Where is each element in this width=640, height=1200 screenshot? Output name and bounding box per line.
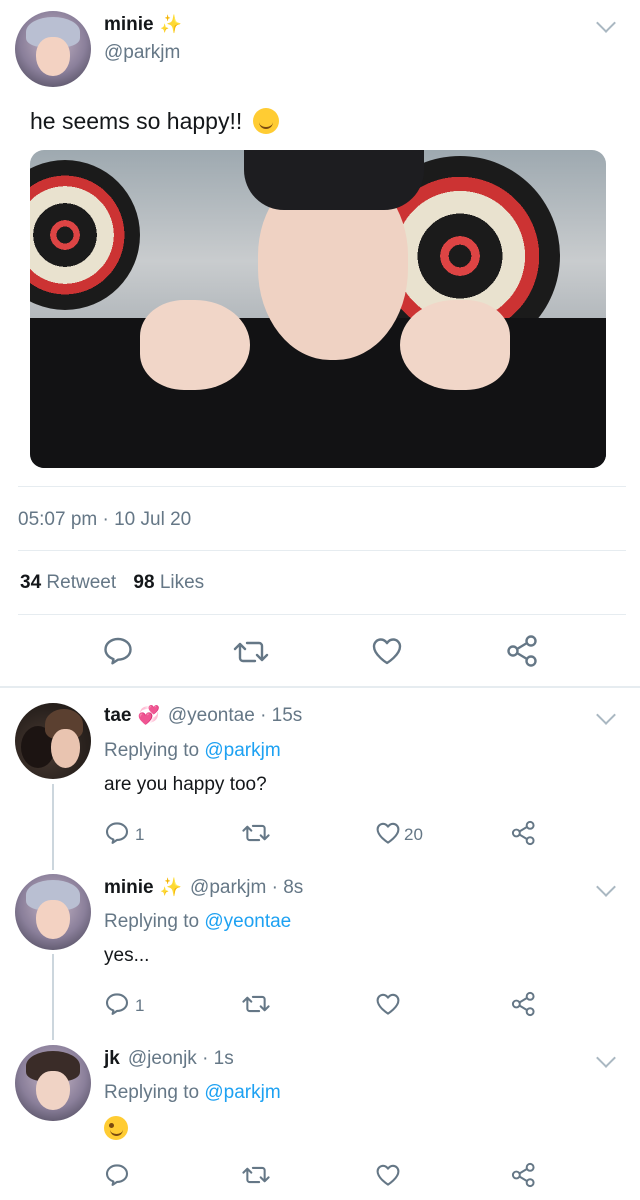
reply-count: 1 <box>135 996 145 1015</box>
reply-icon[interactable] <box>104 821 130 845</box>
reply-icon[interactable] <box>104 1163 130 1187</box>
like-heart-icon[interactable] <box>375 992 401 1016</box>
photo-peace-hand-left <box>140 300 250 390</box>
replying-to: Replying to @parkjm <box>104 1082 281 1104</box>
replying-prefix: Replying to <box>104 740 200 761</box>
winking-face-icon <box>104 1116 128 1140</box>
reply-author-handle-time[interactable]: @yeontae · 15s <box>168 705 302 726</box>
photo-peace-hand-right <box>400 300 510 390</box>
author-avatar[interactable] <box>15 11 91 87</box>
reply-count: 1 <box>135 825 145 844</box>
retweet-stat[interactable]: 34 Retweet <box>20 572 116 593</box>
reply-avatar[interactable] <box>15 874 91 950</box>
divider <box>18 614 626 615</box>
sparkles-icon: ✨ <box>159 14 183 34</box>
avatar-face <box>36 1070 70 1111</box>
reply-author-name[interactable]: minie <box>104 877 154 898</box>
avatar-face <box>51 728 81 769</box>
tweet-photo[interactable] <box>30 150 606 468</box>
reply-author-row[interactable]: minie ✨ @parkjm · 8s <box>104 877 303 899</box>
retweet-icon[interactable] <box>232 638 270 666</box>
tweet-stats: 34 Retweet 98 Likes <box>20 572 204 594</box>
tweet-detail-page: minie ✨ @parkjm he seems so happy!! 05:07… <box>0 0 640 1200</box>
author-name[interactable]: minie <box>104 14 154 35</box>
retweet-label: Retweet <box>46 572 117 593</box>
divider <box>18 486 626 487</box>
tweet-timestamp[interactable]: 05:07 pm · 10 Jul 20 <box>18 509 191 531</box>
share-icon[interactable] <box>506 634 540 668</box>
retweet-icon[interactable] <box>241 822 271 844</box>
like-heart-icon[interactable] <box>371 636 403 666</box>
reply-text <box>104 1116 128 1146</box>
thread-line <box>52 954 54 1040</box>
dartboard-left <box>30 160 140 310</box>
retweet-count: 34 <box>20 572 42 593</box>
likes-count: 98 <box>133 572 155 593</box>
like-heart-icon[interactable] <box>375 821 401 845</box>
replying-to: Replying to @parkjm <box>104 740 281 762</box>
reply-author-handle-time[interactable]: @jeonjk · 1s <box>128 1048 234 1069</box>
chevron-down-icon[interactable] <box>596 877 616 897</box>
replying-to-link[interactable]: @yeontae <box>204 911 291 932</box>
replying-to-link[interactable]: @parkjm <box>204 1082 280 1103</box>
retweet-icon[interactable] <box>241 993 271 1015</box>
share-icon[interactable] <box>511 820 537 846</box>
reply-text: are you happy too? <box>104 774 267 795</box>
chevron-down-icon[interactable] <box>596 1048 616 1068</box>
tweet-text-content: he seems so happy!! <box>30 108 243 134</box>
replying-prefix: Replying to <box>104 1082 200 1103</box>
reply-text: yes... <box>104 945 150 966</box>
chevron-down-icon[interactable] <box>596 13 616 33</box>
retweet-icon[interactable] <box>241 1164 271 1186</box>
divider <box>18 550 626 551</box>
reply-author-row[interactable]: jk @jeonjk · 1s <box>104 1048 234 1070</box>
author-name-row[interactable]: minie ✨ <box>104 14 182 36</box>
avatar-face <box>36 36 70 77</box>
avatar-face <box>36 899 70 940</box>
like-count: 20 <box>404 825 423 844</box>
likes-label: Likes <box>159 572 205 593</box>
replying-prefix: Replying to <box>104 911 200 932</box>
reply-author-handle-time[interactable]: @parkjm · 8s <box>190 877 303 898</box>
smiling-face-icon <box>252 108 279 134</box>
reply-author-row[interactable]: tae 💞 @yeontae · 15s <box>104 705 302 727</box>
share-icon[interactable] <box>511 991 537 1017</box>
divider <box>0 686 640 688</box>
tweet-text: he seems so happy!! <box>30 108 279 135</box>
sparkles-icon: ✨ <box>159 877 183 897</box>
reply-icon[interactable] <box>104 992 130 1016</box>
reply-icon[interactable] <box>102 636 134 666</box>
like-heart-icon[interactable] <box>375 1163 401 1187</box>
reply-author-name[interactable]: jk <box>104 1048 120 1069</box>
replying-to-link[interactable]: @parkjm <box>204 740 280 761</box>
chevron-down-icon[interactable] <box>596 705 616 725</box>
reply-avatar[interactable] <box>15 703 91 779</box>
revolving-hearts-icon: 💞 <box>137 705 160 725</box>
likes-stat[interactable]: 98 Likes <box>133 572 204 593</box>
thread-line <box>52 784 54 870</box>
photo-cap <box>244 150 424 210</box>
replying-to: Replying to @yeontae <box>104 911 291 933</box>
reply-avatar[interactable] <box>15 1045 91 1121</box>
author-handle[interactable]: @parkjm <box>104 42 180 64</box>
share-icon[interactable] <box>511 1162 537 1188</box>
reply-author-name[interactable]: tae <box>104 705 131 726</box>
